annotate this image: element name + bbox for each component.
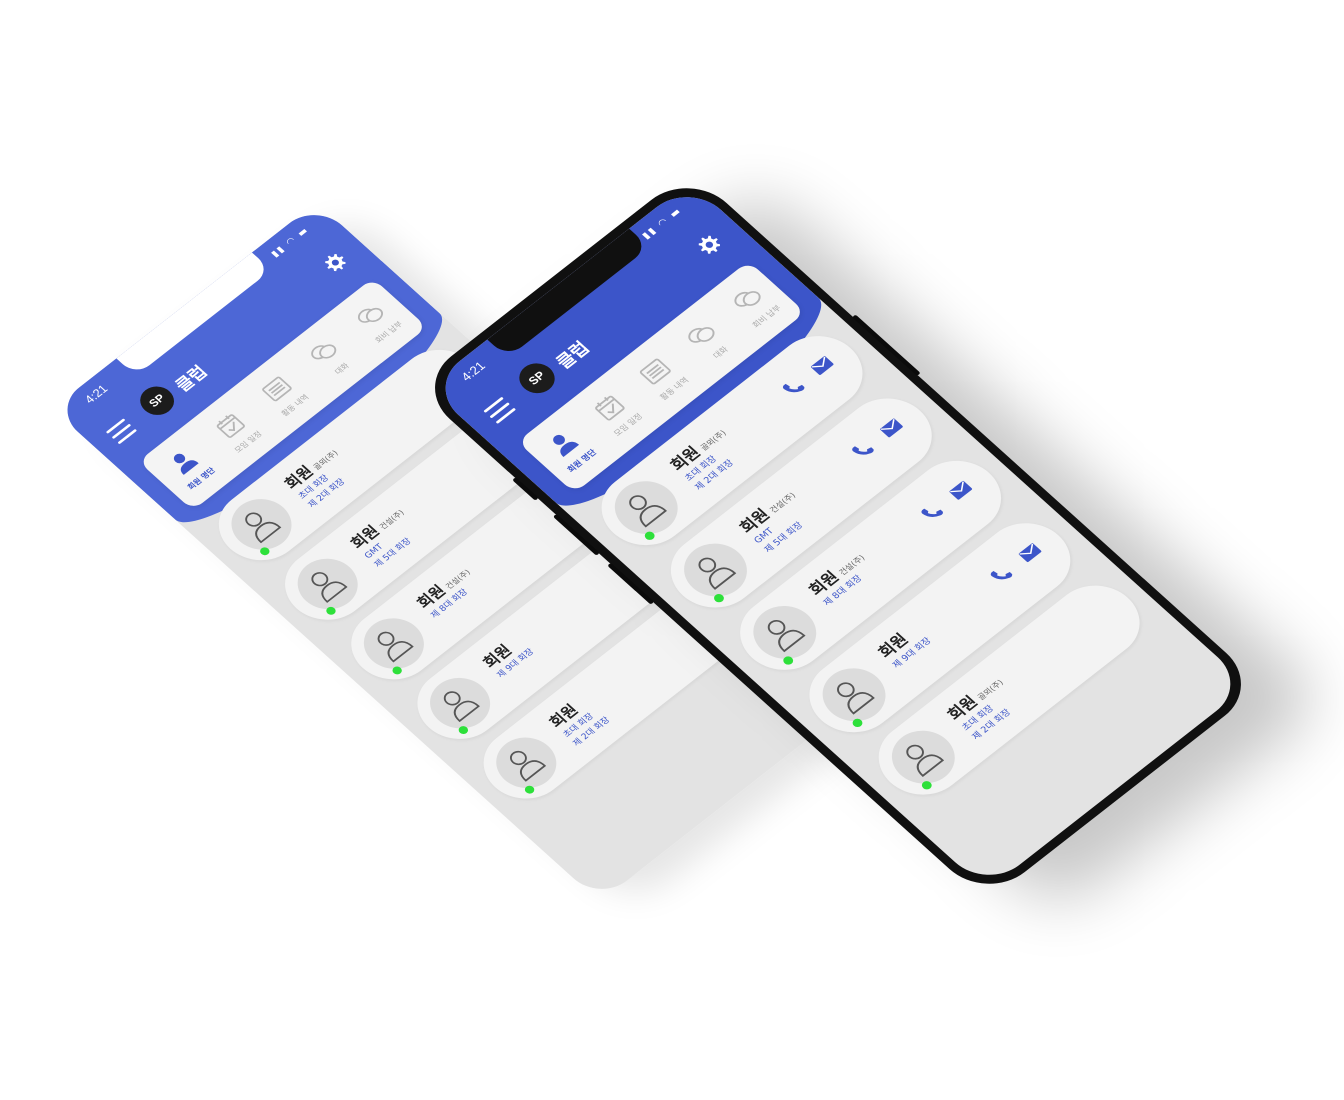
phone-icon[interactable] [777,374,810,402]
mockup-scene: 4:21 ▮▮ ◠ ▬ SP 클럽 회원 명단 모임 일정 활동 내역 대화 회… [0,0,1344,1100]
mail-icon[interactable] [875,414,908,442]
phone-icon[interactable] [985,561,1018,589]
tab-label: 대화 [711,345,731,361]
phone-icon[interactable] [846,436,879,464]
tab-label: 대화 [333,361,352,377]
mail-icon[interactable] [1013,539,1046,567]
phone-icon[interactable] [916,498,949,526]
mail-icon[interactable] [806,352,839,380]
mail-icon[interactable] [944,476,977,504]
